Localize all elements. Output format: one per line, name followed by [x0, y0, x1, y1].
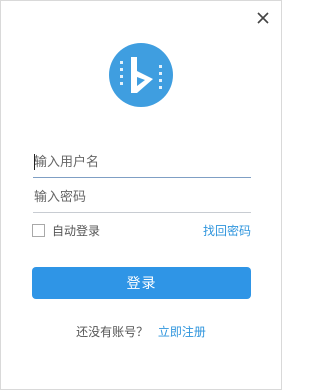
text-caret	[34, 154, 35, 170]
username-field[interactable]	[33, 147, 251, 178]
register-link[interactable]: 立即注册	[158, 325, 206, 339]
close-icon	[257, 12, 269, 24]
video-play-logo-icon	[109, 43, 173, 107]
login-window: 自动登录 找回密码 登录 还没有账号？ 立即注册	[0, 0, 282, 390]
app-logo	[109, 43, 173, 107]
no-account-text: 还没有账号？	[76, 325, 149, 339]
password-field[interactable]	[33, 182, 251, 213]
register-row: 还没有账号？ 立即注册	[1, 323, 281, 340]
auto-login-label: 自动登录	[52, 224, 101, 238]
username-input[interactable]	[33, 147, 251, 177]
login-button[interactable]: 登录	[32, 267, 251, 299]
forgot-password-link[interactable]: 找回密码	[203, 222, 251, 239]
auto-login-checkbox[interactable]	[32, 224, 45, 237]
auto-login-toggle[interactable]: 自动登录	[32, 222, 100, 239]
close-button[interactable]	[254, 9, 272, 27]
password-input[interactable]	[33, 182, 251, 212]
